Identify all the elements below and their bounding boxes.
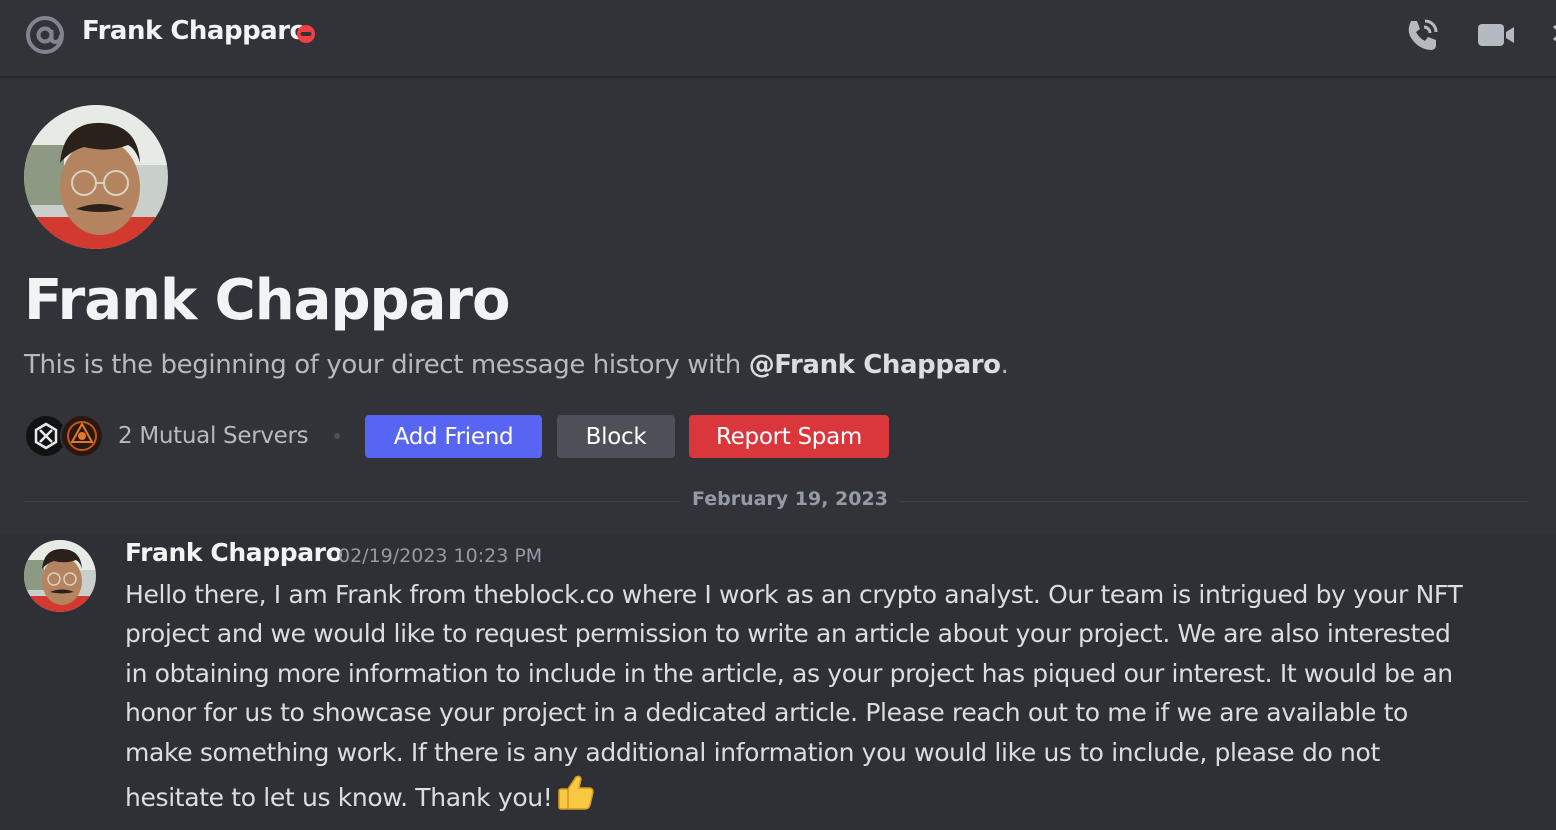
profile-display-name: Frank Chapparo bbox=[24, 268, 510, 333]
message-timestamp: 02/19/2023 10:23 PM bbox=[338, 545, 543, 567]
more-icon[interactable] bbox=[1546, 18, 1556, 52]
separator-dot bbox=[334, 433, 341, 439]
dm-header: Frank Chapparo bbox=[0, 0, 1556, 78]
dm-intro-text: This is the beginning of your direct mes… bbox=[24, 350, 1009, 380]
voice-call-icon[interactable] bbox=[1403, 16, 1441, 54]
message-author-avatar[interactable] bbox=[24, 540, 96, 612]
intro-suffix: . bbox=[1000, 350, 1009, 380]
message-content: Hello there, I am Frank from theblock.co… bbox=[125, 575, 1475, 823]
dm-recipient-name: Frank Chapparo bbox=[82, 16, 307, 46]
thumbs-up-icon bbox=[556, 772, 596, 823]
server-icon bbox=[60, 414, 104, 458]
mutual-servers-row[interactable]: 2 Mutual Servers bbox=[24, 414, 341, 458]
report-spam-button[interactable]: Report Spam bbox=[689, 415, 889, 458]
add-friend-button[interactable]: Add Friend bbox=[365, 415, 542, 458]
do-not-disturb-icon bbox=[296, 24, 316, 44]
at-sign-icon bbox=[24, 14, 66, 56]
message-text: Hello there, I am Frank from theblock.co… bbox=[125, 580, 1463, 813]
video-call-icon[interactable] bbox=[1476, 18, 1516, 52]
intro-mention[interactable]: @Frank Chapparo bbox=[749, 350, 1001, 380]
block-button[interactable]: Block bbox=[557, 415, 675, 458]
mutual-servers-label[interactable]: 2 Mutual Servers bbox=[118, 423, 309, 449]
intro-prefix: This is the beginning of your direct mes… bbox=[24, 350, 749, 380]
profile-avatar bbox=[24, 105, 168, 249]
date-divider-label: February 19, 2023 bbox=[680, 488, 900, 510]
message-author-name[interactable]: Frank Chapparo bbox=[125, 538, 343, 567]
